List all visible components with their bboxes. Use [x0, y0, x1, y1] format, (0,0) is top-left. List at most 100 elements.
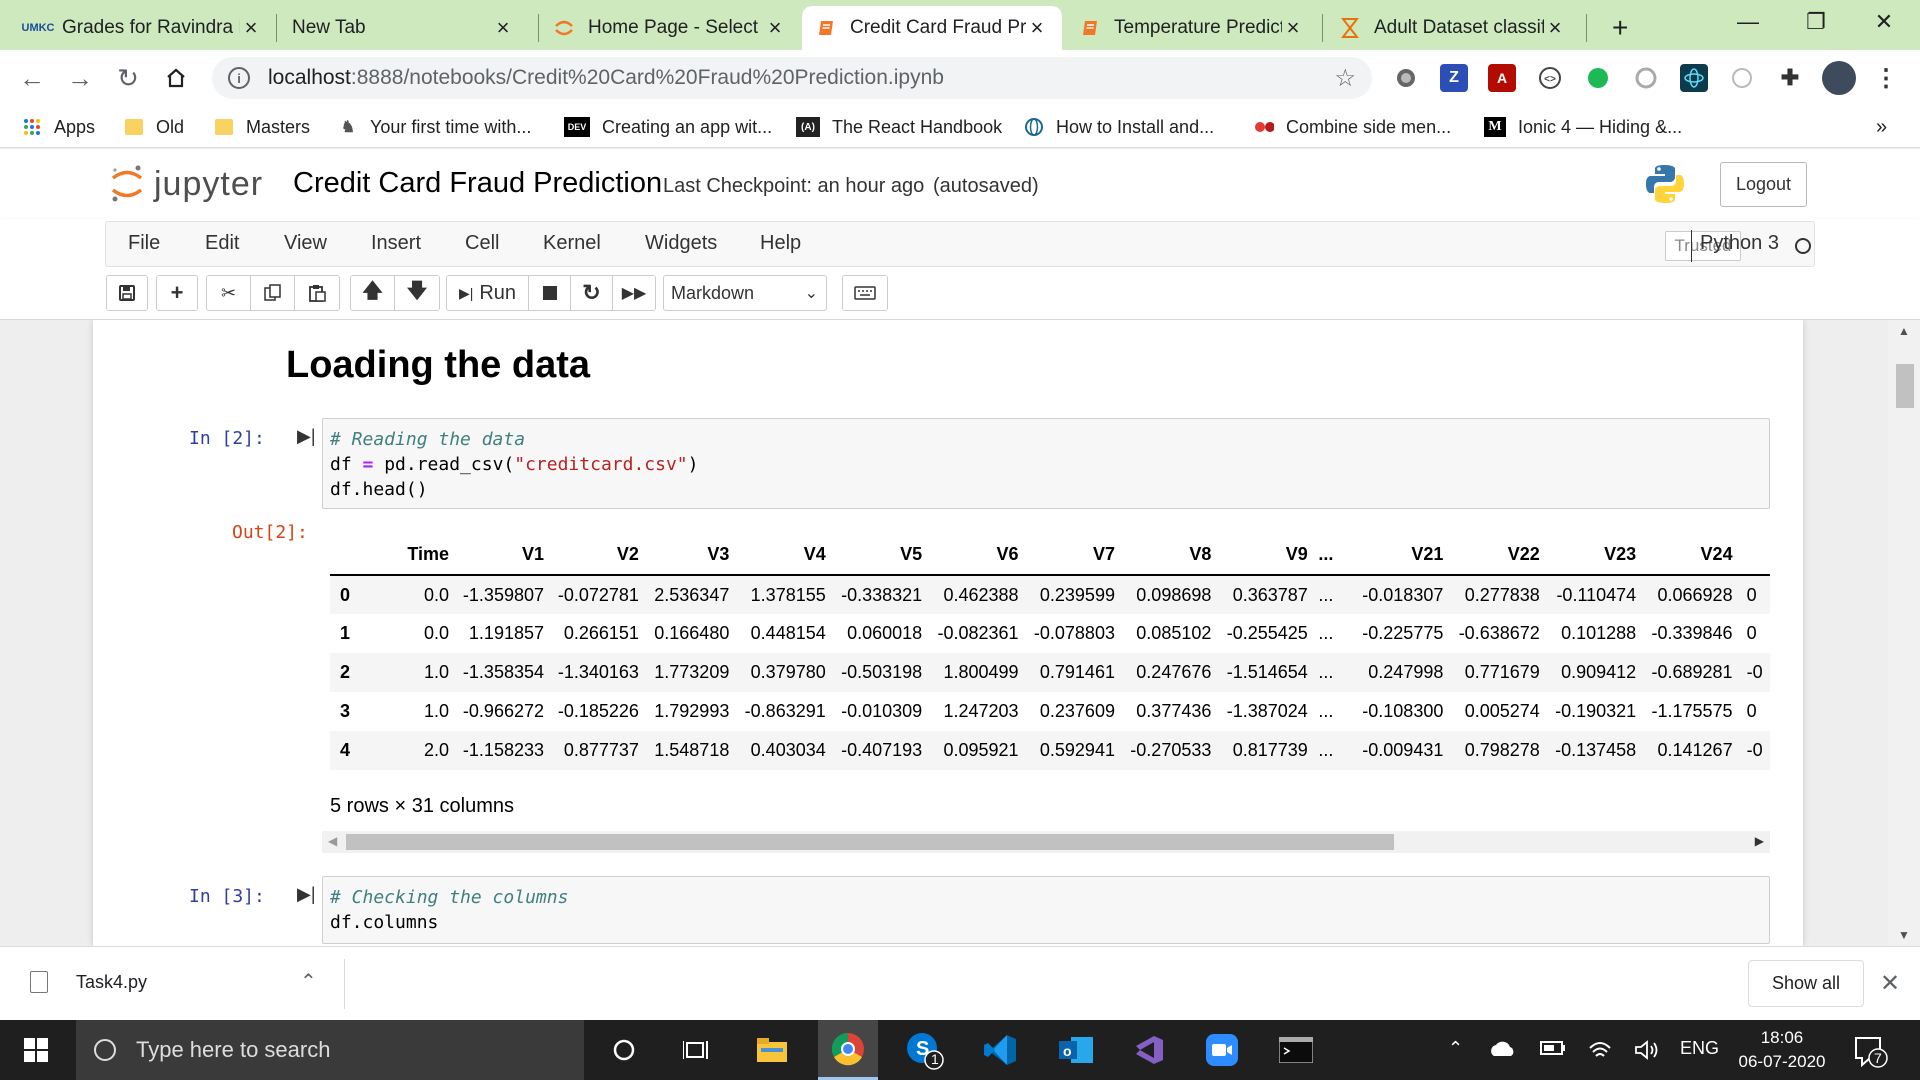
chrome-menu-icon[interactable]: ⋮ [1872, 64, 1900, 92]
bookmark-masters[interactable]: Masters [214, 114, 310, 140]
tab-new-tab[interactable]: New Tab × [278, 6, 528, 50]
download-item[interactable]: Task4.py [30, 971, 147, 993]
bookmark-combine-side[interactable]: Combine side men... [1254, 114, 1451, 140]
bookmark-star-icon[interactable]: ☆ [1334, 64, 1356, 93]
horizontal-scrollbar[interactable]: ◀ ▶ [322, 831, 1770, 853]
close-tab-icon[interactable]: × [1544, 15, 1566, 41]
notification-center-icon[interactable]: 7 [1852, 1034, 1888, 1068]
scrollbar-thumb[interactable] [1896, 364, 1914, 408]
vscode-icon[interactable] [970, 1020, 1030, 1080]
cut-scissors-icon[interactable]: ✂ [207, 276, 251, 310]
close-tab-icon[interactable]: × [492, 15, 514, 41]
code-brackets-icon[interactable]: <> [1536, 64, 1564, 92]
menu-widgets[interactable]: Widgets [645, 232, 717, 255]
run-button[interactable]: ▶| Run [447, 276, 529, 310]
close-tab-icon[interactable]: × [1282, 15, 1304, 41]
wifi-icon[interactable] [1588, 1040, 1612, 1065]
scroll-right-icon[interactable]: ▶ [1755, 834, 1764, 848]
bookmark-creating-app[interactable]: DEV Creating an app wit... [564, 114, 772, 140]
visual-studio-icon[interactable] [1118, 1020, 1178, 1080]
outlook-icon[interactable]: o [1046, 1020, 1106, 1080]
menu-insert[interactable]: Insert [371, 232, 421, 255]
address-bar[interactable]: i localhost:8888/notebooks/Credit%20Card… [212, 57, 1372, 99]
fast-forward-icon[interactable]: ▶▶ [613, 276, 655, 310]
close-window-button[interactable]: ✕ [1852, 0, 1916, 44]
code-cell-3[interactable]: # Checking the columns df.columns [322, 876, 1770, 944]
cell-type-select[interactable]: Markdown ⌄ [663, 275, 827, 311]
close-tab-icon[interactable]: × [764, 15, 786, 41]
kernel-name[interactable]: Python 3 [1700, 232, 1779, 255]
battery-icon[interactable] [1540, 1040, 1566, 1061]
bookmark-ionic[interactable]: M Ionic 4 — Hiding &... [1484, 114, 1682, 140]
bookmark-install[interactable]: How to Install and... [1024, 114, 1214, 140]
windows-start-icon[interactable] [0, 1020, 72, 1080]
notebook-title[interactable]: Credit Card Fraud Prediction [293, 167, 662, 200]
chrome-taskbar-icon[interactable] [818, 1020, 878, 1080]
bookmarks-overflow-button[interactable]: » [1876, 114, 1887, 140]
onedrive-cloud-icon[interactable] [1488, 1040, 1516, 1063]
tab-credit-card[interactable]: Credit Card Fraud Prediction × [802, 6, 1062, 50]
skype-icon[interactable]: S 1 [894, 1020, 954, 1080]
taskbar-search-box[interactable]: Type here to search [76, 1020, 584, 1080]
menu-help[interactable]: Help [760, 232, 801, 255]
vertical-scrollbar[interactable]: ▲ ▼ [1888, 320, 1920, 946]
language-indicator[interactable]: ENG [1680, 1038, 1719, 1059]
bookmark-apps[interactable]: Apps [22, 114, 95, 140]
profile-avatar[interactable] [1822, 61, 1856, 95]
close-icon[interactable]: ✕ [1880, 969, 1900, 998]
zotero-icon[interactable]: Z [1440, 64, 1468, 92]
menu-cell[interactable]: Cell [465, 232, 499, 255]
extension-circle-icon[interactable] [1392, 64, 1420, 92]
run-cell-icon[interactable]: ▶| [297, 426, 316, 447]
back-arrow-icon[interactable]: ← [14, 60, 50, 96]
file-explorer-icon[interactable] [742, 1020, 802, 1080]
cortana-icon[interactable] [594, 1020, 654, 1080]
menu-file[interactable]: File [128, 232, 160, 255]
restart-icon[interactable]: ↻ [571, 276, 613, 310]
extensions-puzzle-icon[interactable]: ✚ [1776, 64, 1804, 92]
gray-circle-icon[interactable] [1728, 64, 1756, 92]
forward-arrow-icon[interactable]: → [62, 60, 98, 96]
scroll-left-icon[interactable]: ◀ [328, 834, 337, 848]
menu-kernel[interactable]: Kernel [543, 232, 601, 255]
reload-icon[interactable]: ↻ [110, 60, 146, 96]
bookmark-react-handbook[interactable]: (A) The React Handbook [796, 114, 1002, 140]
paste-clipboard-icon[interactable] [295, 276, 339, 310]
chevron-up-icon[interactable]: ⌃ [300, 969, 317, 994]
close-tab-icon[interactable]: × [1026, 15, 1048, 41]
minimize-button[interactable]: — [1716, 0, 1780, 44]
interrupt-stop-icon[interactable] [529, 276, 571, 310]
green-extension-icon[interactable] [1584, 64, 1612, 92]
bookmark-old[interactable]: Old [124, 114, 184, 140]
scrollbar-thumb[interactable] [346, 834, 1394, 850]
scroll-up-icon[interactable]: ▲ [1898, 324, 1910, 338]
adobe-pdf-icon[interactable]: A [1488, 64, 1516, 92]
bookmark-first-time[interactable]: ♞ Your first time with... [338, 114, 532, 140]
home-icon[interactable] [158, 60, 194, 96]
jupyter-logo[interactable]: jupyter [110, 163, 263, 205]
zoom-icon[interactable] [1192, 1020, 1252, 1080]
react-devtools-icon[interactable] [1680, 64, 1708, 92]
menu-edit[interactable]: Edit [205, 232, 239, 255]
tab-grades[interactable]: UMKC Grades for Ravindra Kumar × [14, 6, 276, 50]
task-view-icon[interactable] [666, 1020, 726, 1080]
chevron-up-icon[interactable]: ⌃ [1448, 1038, 1463, 1059]
tab-adult-dataset[interactable]: Adult Dataset classification × [1326, 6, 1580, 50]
close-tab-icon[interactable]: × [240, 15, 262, 41]
insert-cell-plus-icon[interactable]: + [157, 276, 197, 310]
copy-icon[interactable] [251, 276, 295, 310]
move-down-arrow-icon[interactable]: 🡇 [395, 276, 439, 310]
tab-home-page[interactable]: Home Page - Select or create × [540, 6, 800, 50]
save-icon[interactable] [107, 276, 147, 310]
pinwheel-icon[interactable] [1632, 64, 1660, 92]
keyboard-shortcuts-icon[interactable] [843, 276, 887, 310]
scroll-down-icon[interactable]: ▼ [1898, 928, 1910, 942]
tab-temperature[interactable]: Temperature Prediction × [1066, 6, 1318, 50]
system-clock[interactable]: 18:06 06-07-2020 [1720, 1026, 1844, 1074]
volume-icon[interactable] [1634, 1040, 1660, 1065]
menu-view[interactable]: View [284, 232, 327, 255]
code-cell-2[interactable]: # Reading the data df = pd.read_csv("cre… [322, 418, 1770, 509]
new-tab-button[interactable]: + [1598, 6, 1638, 50]
info-icon[interactable]: i [228, 67, 250, 89]
logout-button[interactable]: Logout [1720, 162, 1807, 207]
